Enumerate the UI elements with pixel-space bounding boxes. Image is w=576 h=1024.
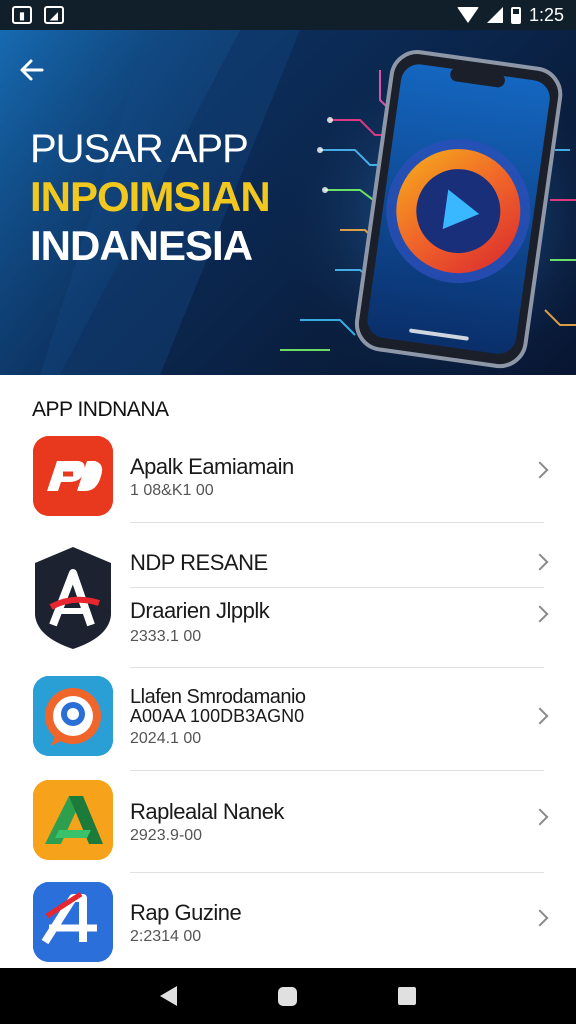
a-slash-logo-icon bbox=[33, 882, 113, 962]
battery-icon bbox=[510, 6, 521, 24]
app-name: Rap Guzine bbox=[130, 900, 242, 925]
divider bbox=[130, 872, 544, 873]
list-item[interactable]: Draarien Jlpplk 2333.1 00 bbox=[0, 590, 576, 668]
list-item[interactable]: Rap Guzine 2:2314 00 bbox=[0, 878, 576, 968]
p-chat-logo-icon bbox=[33, 676, 113, 756]
chevron-right-icon bbox=[531, 605, 549, 623]
app-version: 1 08&K1 00 bbox=[130, 482, 214, 499]
status-time: 1:25 bbox=[528, 4, 564, 25]
chevron-right-icon bbox=[531, 553, 549, 571]
app-name: NDP RESANE bbox=[130, 550, 268, 575]
divider bbox=[130, 522, 544, 523]
app-version: 2333.1 00 bbox=[130, 628, 202, 645]
a-triangle-logo-icon bbox=[33, 780, 113, 860]
section-title: APP INDNANA bbox=[32, 398, 169, 421]
list-item[interactable]: Apalk Eamiamain 1 08&K1 00 bbox=[0, 430, 576, 523]
divider bbox=[130, 667, 544, 668]
hero-title-line2: INPOIMSIAN bbox=[30, 173, 271, 220]
app-version: 2923.9-00 bbox=[130, 827, 203, 844]
nav-back-icon[interactable] bbox=[160, 986, 178, 1006]
hero-title-line1: PUSAR APP bbox=[30, 127, 249, 171]
divider bbox=[130, 770, 544, 771]
hero-title: PUSAR APP INPOIMSIAN INDANESIA bbox=[30, 125, 271, 271]
navigation-bar bbox=[0, 968, 576, 1024]
app-name: Draarien Jlpplk bbox=[130, 598, 270, 623]
signal-icon bbox=[486, 7, 503, 23]
status-bar: ▮ ◢ 1:25 bbox=[0, 0, 576, 30]
gallery-notification-icon: ▮ bbox=[12, 6, 32, 24]
chevron-right-icon bbox=[531, 909, 549, 927]
app-notification-icon: ◢ bbox=[44, 6, 64, 24]
app-version: 2024.1 00 bbox=[130, 730, 202, 747]
pd-logo-icon bbox=[33, 436, 113, 516]
nav-home-icon[interactable] bbox=[277, 986, 297, 1006]
app-version: 2:2314 00 bbox=[130, 928, 202, 945]
app-subtitle: A00AA 100DB3AGN0 bbox=[130, 706, 305, 726]
list-item[interactable]: Raplealal Nanek 2923.9-00 bbox=[0, 775, 576, 873]
status-indicators: 1:25 bbox=[456, 4, 564, 26]
chevron-right-icon bbox=[531, 808, 549, 826]
hero-banner: PUSAR APP INPOIMSIAN INDANESIA bbox=[0, 30, 576, 375]
divider bbox=[130, 587, 544, 588]
app-name: Raplealal Nanek bbox=[130, 799, 284, 824]
chevron-right-icon bbox=[531, 461, 549, 479]
back-arrow-icon[interactable] bbox=[18, 56, 48, 86]
app-name: Apalk Eamiamain bbox=[130, 454, 294, 479]
list-item[interactable]: Llafen Smrodamanio A00AA 100DB3AGN0 2024… bbox=[0, 670, 576, 771]
hero-title-line3: INDANESIA bbox=[30, 222, 253, 269]
nav-recents-icon[interactable] bbox=[397, 987, 416, 1005]
status-notifications: ▮ ◢ bbox=[12, 6, 64, 24]
chevron-right-icon bbox=[531, 707, 549, 725]
wifi-icon bbox=[456, 7, 479, 23]
